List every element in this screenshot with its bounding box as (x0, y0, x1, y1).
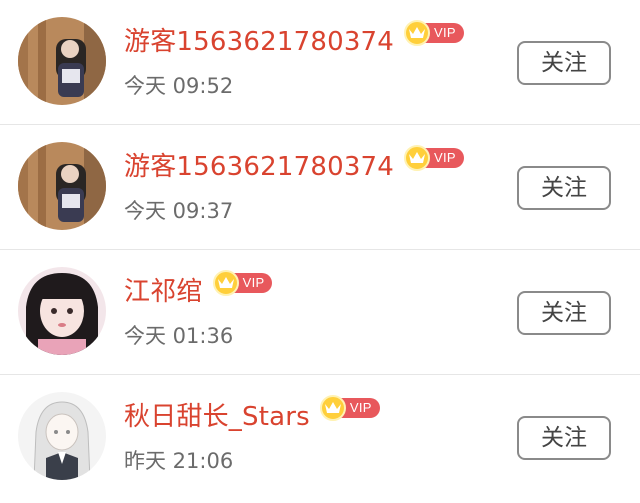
vip-badge: VIP (319, 395, 380, 421)
list-item[interactable]: 游客1563621780374 VIP 今天 09:37 关注 (0, 125, 640, 250)
user-name[interactable]: 游客1563621780374 (124, 24, 394, 60)
visit-time: 今天 09:52 (124, 74, 234, 98)
vip-badge: VIP (212, 270, 273, 296)
visit-time: 昨天 21:06 (124, 449, 234, 473)
list-item[interactable]: 秋日甜长_Stars VIP 昨天 21:06 关注 (0, 375, 640, 503)
name-line: 游客1563621780374 VIP (124, 145, 464, 187)
crown-icon (212, 270, 239, 296)
list-item[interactable]: 江祁绾 VIP 今天 01:36 关注 (0, 250, 640, 375)
name-line: 秋日甜长_Stars VIP (124, 395, 380, 437)
follow-button[interactable]: 关注 (517, 291, 611, 335)
avatar-anime-icon (18, 392, 106, 480)
name-line: 游客1563621780374 VIP (124, 20, 464, 62)
list-item[interactable]: 游客1563621780374 VIP 今天 09:52 关注 (0, 0, 640, 125)
avatar[interactable] (18, 267, 106, 355)
name-line: 江祁绾 VIP (124, 270, 273, 312)
visit-time: 今天 01:36 (124, 324, 234, 348)
avatar-photo-icon (18, 267, 106, 355)
follow-button[interactable]: 关注 (517, 166, 611, 210)
crown-icon (404, 20, 431, 46)
avatar-photo-icon (18, 17, 106, 105)
follow-button[interactable]: 关注 (517, 41, 611, 85)
follow-button[interactable]: 关注 (517, 416, 611, 460)
vip-badge: VIP (404, 20, 464, 46)
user-name[interactable]: 秋日甜长_Stars (124, 399, 310, 435)
visit-time: 今天 09:37 (124, 199, 234, 223)
avatar-photo-icon (18, 142, 106, 230)
avatar[interactable] (18, 142, 106, 230)
vip-badge: VIP (404, 145, 464, 171)
user-list: 游客1563621780374 VIP 今天 09:52 关注 游客156362… (0, 0, 640, 503)
user-name[interactable]: 江祁绾 (124, 274, 203, 310)
avatar[interactable] (18, 17, 106, 105)
crown-icon (319, 395, 346, 421)
crown-icon (404, 145, 431, 171)
avatar[interactable] (18, 392, 106, 480)
user-name[interactable]: 游客1563621780374 (124, 149, 394, 185)
